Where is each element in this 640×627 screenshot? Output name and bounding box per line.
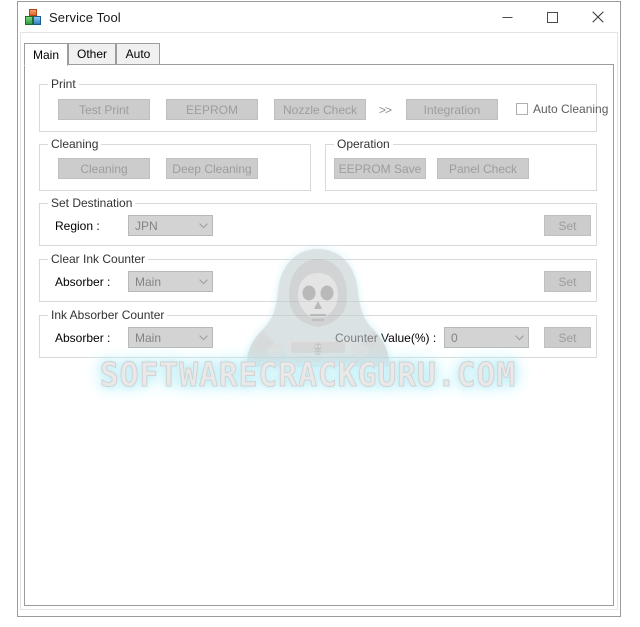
chevron-down-icon xyxy=(195,222,212,229)
clear-ink-absorber-select[interactable]: Main xyxy=(128,271,213,292)
group-print-title: Print xyxy=(48,78,79,91)
content-frame: Main Other Auto Print Test Print EEPROM … xyxy=(20,32,618,610)
tab-auto[interactable]: Auto xyxy=(116,43,160,65)
minimize-button[interactable] xyxy=(485,2,530,32)
tab-main-label: Main xyxy=(33,47,60,62)
clear-ink-counter-set-label: Set xyxy=(558,274,577,289)
cleaning-label: Cleaning xyxy=(80,161,128,176)
panel-check-button[interactable]: Panel Check xyxy=(437,158,529,179)
nozzle-check-button[interactable]: Nozzle Check xyxy=(274,99,366,120)
auto-cleaning-label: Auto Cleaning xyxy=(533,102,609,116)
group-ink-absorber-counter-title: Ink Absorber Counter xyxy=(48,309,168,322)
auto-cleaning-checkbox-box[interactable] xyxy=(516,103,528,115)
ink-absorber-select[interactable]: Main xyxy=(128,327,213,348)
group-set-destination-title: Set Destination xyxy=(48,197,136,210)
ink-absorber-label: Absorber : xyxy=(55,331,111,345)
counter-value-select[interactable]: 0 xyxy=(444,327,529,348)
clear-ink-absorber-value: Main xyxy=(135,274,162,289)
maximize-icon xyxy=(547,11,558,23)
service-tool-window: Service Tool Main Other Auto Print Test … xyxy=(17,1,621,617)
ink-absorber-counter-set-button[interactable]: Set xyxy=(544,327,591,348)
set-destination-set-button[interactable]: Set xyxy=(544,215,591,236)
title-bar[interactable]: Service Tool xyxy=(18,2,620,32)
integration-button[interactable]: Integration xyxy=(406,99,498,120)
group-ink-absorber-counter: Ink Absorber Counter Absorber : Main Cou… xyxy=(39,309,597,358)
region-label: Region : xyxy=(55,219,100,233)
tab-other-label: Other xyxy=(77,47,108,61)
ink-absorber-counter-set-label: Set xyxy=(558,330,577,345)
eeprom-label: EEPROM xyxy=(185,102,238,117)
auto-cleaning-checkbox[interactable]: Auto Cleaning xyxy=(516,102,608,116)
group-clear-ink-counter: Clear Ink Counter Absorber : Main Set xyxy=(39,253,597,302)
tab-page-main: Print Test Print EEPROM Nozzle Check >> xyxy=(24,64,614,606)
eeprom-button[interactable]: EEPROM xyxy=(166,99,258,120)
region-select-value: JPN xyxy=(135,218,158,233)
client-area: Main Other Auto Print Test Print EEPROM … xyxy=(18,32,620,616)
chevron-down-icon xyxy=(511,334,528,341)
group-set-destination: Set Destination Region : JPN Set xyxy=(39,197,597,246)
group-operation-title: Operation xyxy=(334,138,393,151)
cleaning-button[interactable]: Cleaning xyxy=(58,158,150,179)
tab-auto-label: Auto xyxy=(125,47,151,61)
tab-main[interactable]: Main xyxy=(24,43,68,66)
chevron-down-icon xyxy=(195,334,212,341)
deep-cleaning-button[interactable]: Deep Cleaning xyxy=(166,158,258,179)
group-print: Print Test Print EEPROM Nozzle Check >> xyxy=(39,78,608,132)
tab-other[interactable]: Other xyxy=(68,43,116,65)
double-chevron-right-icon: >> xyxy=(379,103,392,117)
eeprom-save-label: EEPROM Save xyxy=(338,161,422,176)
chevron-down-icon xyxy=(195,278,212,285)
tab-strip: Main Other Auto xyxy=(24,43,614,66)
minimize-icon xyxy=(502,16,513,18)
group-operation: Operation EEPROM Save Panel Check xyxy=(325,138,597,191)
clear-ink-absorber-label: Absorber : xyxy=(55,275,111,289)
window-title: Service Tool xyxy=(49,9,121,25)
group-cleaning-title: Cleaning xyxy=(48,138,102,151)
test-print-label: Test Print xyxy=(78,102,129,117)
counter-value-select-value: 0 xyxy=(451,330,458,345)
nozzle-check-label: Nozzle Check xyxy=(282,102,358,117)
app-blocks-icon xyxy=(25,9,41,25)
set-destination-set-label: Set xyxy=(558,218,577,233)
counter-value-label: Counter Value(%) : xyxy=(335,331,437,345)
maximize-button[interactable] xyxy=(530,2,575,32)
integration-label: Integration xyxy=(423,102,481,117)
panel-check-label: Panel Check xyxy=(448,161,518,176)
test-print-button[interactable]: Test Print xyxy=(58,99,150,120)
group-cleaning: Cleaning Cleaning Deep Cleaning xyxy=(39,138,311,191)
close-button[interactable] xyxy=(575,2,620,32)
ink-absorber-value: Main xyxy=(135,330,162,345)
group-clear-ink-counter-title: Clear Ink Counter xyxy=(48,253,149,266)
region-select[interactable]: JPN xyxy=(128,215,213,236)
eeprom-save-button[interactable]: EEPROM Save xyxy=(334,158,426,179)
clear-ink-counter-set-button[interactable]: Set xyxy=(544,271,591,292)
window-controls xyxy=(485,2,620,32)
close-icon xyxy=(591,11,604,23)
deep-cleaning-label: Deep Cleaning xyxy=(172,161,252,176)
